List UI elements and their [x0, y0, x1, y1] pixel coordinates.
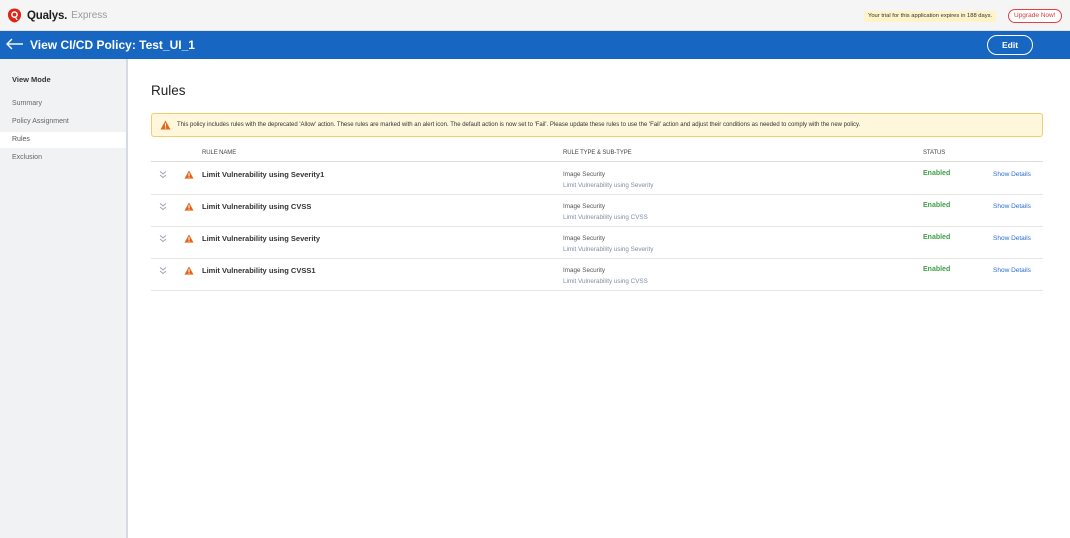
main-content: Rules This policy includes rules with th… [130, 59, 1070, 538]
rule-type: Image Security [563, 171, 605, 178]
rule-type: Image Security [563, 235, 605, 242]
section-title: Rules [151, 83, 186, 98]
rule-type: Image Security [563, 267, 605, 274]
brand-edition: Express [71, 10, 108, 21]
qualys-logo[interactable]: Qualys. Express [7, 8, 107, 23]
show-details-link[interactable]: Show Details [993, 171, 1031, 178]
column-header-rule-type: RULE TYPE & SUB-TYPE [563, 150, 632, 156]
show-details-link[interactable]: Show Details [993, 267, 1031, 274]
sidebar-item-policy-assignment[interactable]: Policy Assignment [0, 114, 126, 130]
rule-type: Image Security [563, 203, 605, 210]
chevron-down-double-icon[interactable] [158, 266, 168, 275]
rule-subtype: Limit Vulnerability using Severity [563, 182, 654, 189]
sidebar-heading: View Mode [12, 75, 51, 84]
show-details-link[interactable]: Show Details [993, 235, 1031, 242]
show-details-link[interactable]: Show Details [993, 203, 1031, 210]
status-badge: Enabled [923, 266, 951, 273]
trial-notice: Your trial for this application expires … [864, 11, 997, 22]
rule-subtype: Limit Vulnerability using CVSS [563, 278, 648, 285]
status-badge: Enabled [923, 234, 951, 241]
back-arrow-icon[interactable] [6, 37, 24, 51]
sidebar-item-summary[interactable]: Summary [0, 96, 126, 112]
top-bar: Qualys. Express Your trial for this appl… [0, 0, 1070, 31]
status-badge: Enabled [923, 202, 951, 209]
warning-icon [160, 120, 171, 130]
page-header: View CI/CD Policy: Test_UI_1 Edit [0, 31, 1070, 59]
page-title: View CI/CD Policy: Test_UI_1 [30, 38, 195, 52]
rule-subtype: Limit Vulnerability using Severity [563, 246, 654, 253]
table-row: Limit Vulnerability using Severity1 Imag… [151, 163, 1043, 195]
warning-icon [184, 266, 194, 275]
upgrade-now-button[interactable]: Upgrade Now! [1008, 9, 1062, 23]
column-header-rule-name: RULE NAME [202, 150, 237, 156]
warning-icon [184, 202, 194, 211]
rule-name: Limit Vulnerability using Severity [202, 234, 321, 243]
warning-icon [184, 234, 194, 243]
rule-name: Limit Vulnerability using CVSS [202, 202, 312, 211]
chevron-down-double-icon[interactable] [158, 170, 168, 179]
chevron-down-double-icon[interactable] [158, 202, 168, 211]
rule-name: Limit Vulnerability using Severity1 [202, 170, 325, 179]
table-row: Limit Vulnerability using Severity Image… [151, 227, 1043, 259]
sidebar-item-exclusion[interactable]: Exclusion [0, 150, 126, 166]
sidebar-item-rules[interactable]: Rules [0, 132, 126, 148]
column-header-status: STATUS [923, 150, 946, 156]
sidebar: View Mode Summary Policy Assignment Rule… [0, 59, 128, 538]
alert-message: This policy includes rules with the depr… [177, 122, 861, 128]
table-header: RULE NAME RULE TYPE & SUB-TYPE STATUS [151, 149, 1043, 162]
warning-icon [184, 170, 194, 179]
rule-name: Limit Vulnerability using CVSS1 [202, 266, 316, 275]
table-row: Limit Vulnerability using CVSS1 Image Se… [151, 259, 1043, 291]
brand-name: Qualys. [27, 9, 68, 22]
qualys-logo-icon [7, 8, 22, 23]
edit-button[interactable]: Edit [987, 35, 1033, 55]
status-badge: Enabled [923, 170, 951, 177]
rule-subtype: Limit Vulnerability using CVSS [563, 214, 648, 221]
chevron-down-double-icon[interactable] [158, 234, 168, 243]
deprecation-alert: This policy includes rules with the depr… [151, 113, 1043, 137]
table-row: Limit Vulnerability using CVSS Image Sec… [151, 195, 1043, 227]
